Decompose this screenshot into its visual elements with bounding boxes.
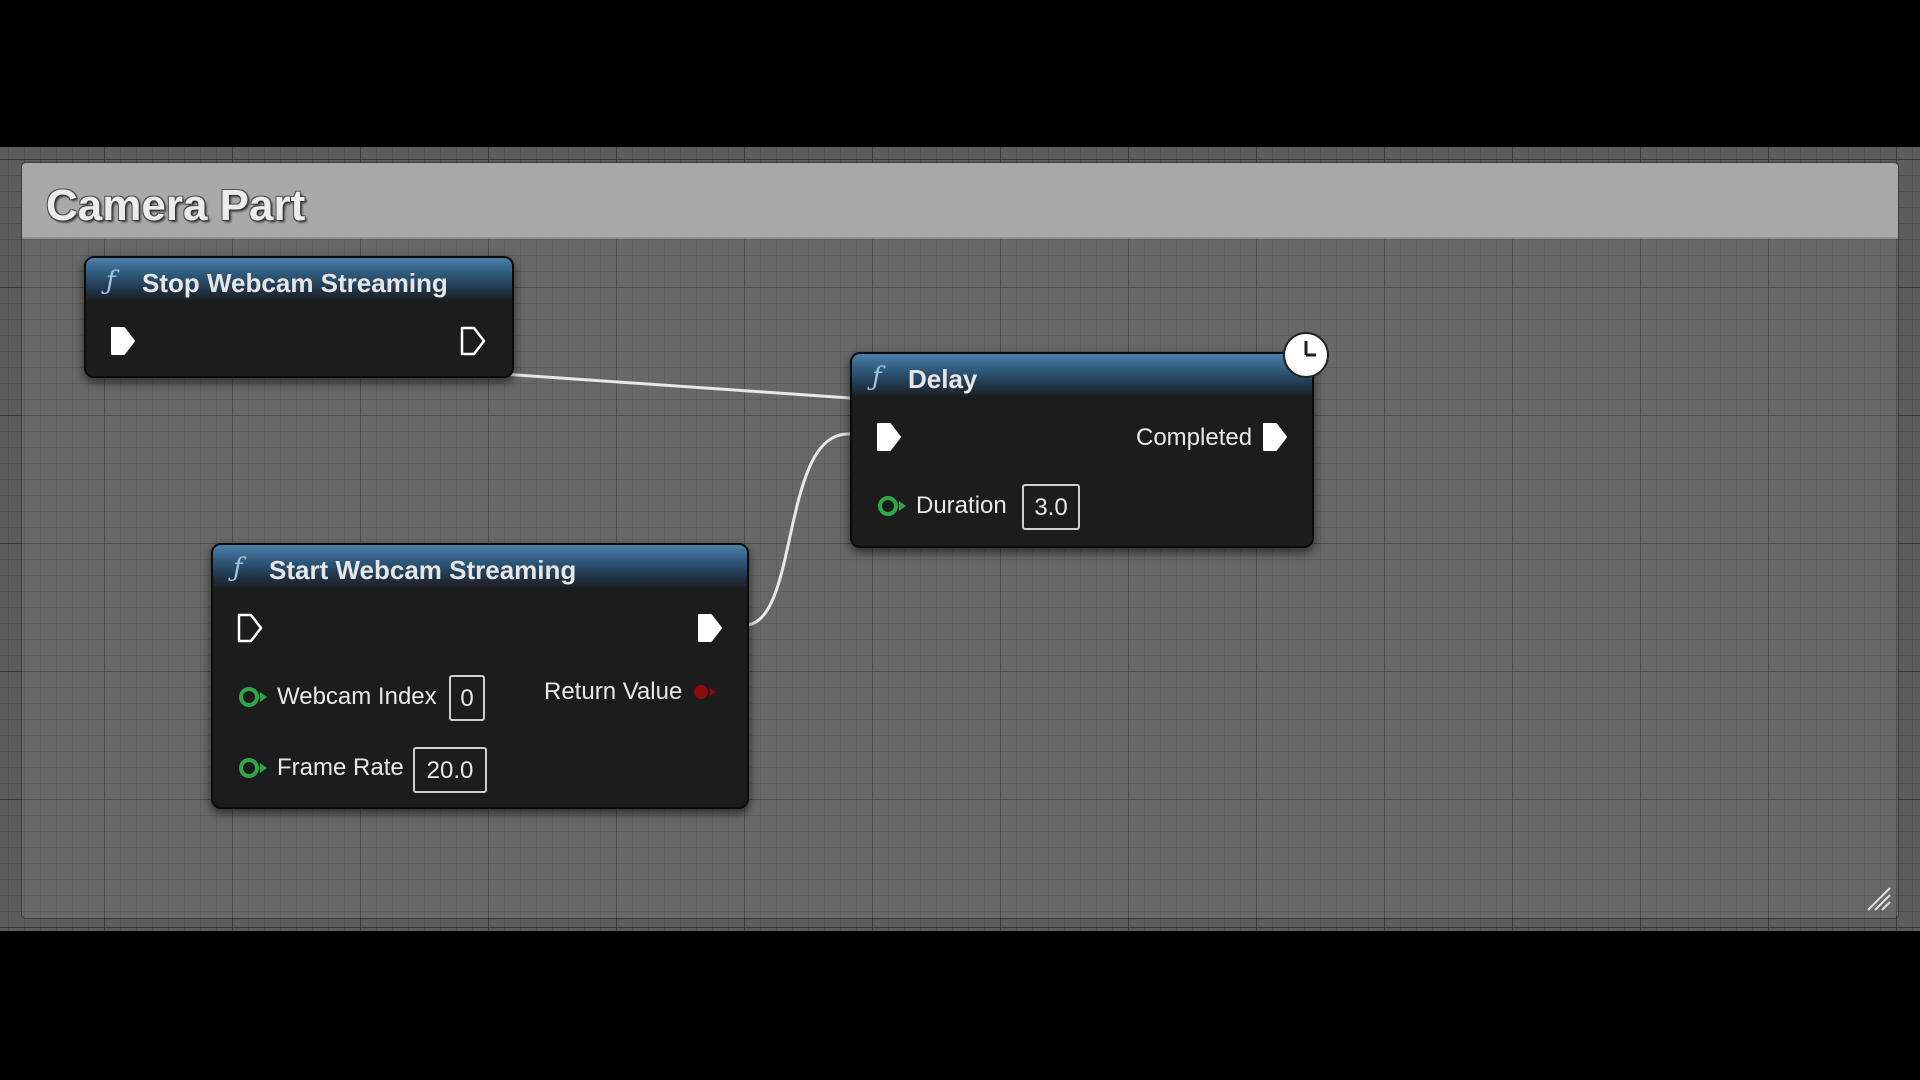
return-value-label: Return Value [544,678,683,705]
frame-rate-label: Frame Rate [277,754,404,781]
start-webcam-streaming-node[interactable]: ƒ Start Webcam Streaming Webcam Index 0 … [211,543,749,809]
bool-output-pin-icon[interactable] [691,680,717,704]
node-header[interactable]: ƒ Stop Webcam Streaming [86,258,512,302]
exec-input-pin-icon[interactable] [876,422,902,452]
function-icon: ƒ [872,362,882,392]
completed-label: Completed [1136,424,1253,451]
exec-wire-delay-to-start[interactable] [744,432,851,627]
exec-output-pin-icon[interactable] [460,326,486,356]
exec-input-pin-icon[interactable] [237,613,263,643]
delay-node[interactable]: ƒ Delay Completed Duration 3.0 [850,332,1329,548]
duration-label: Duration [916,492,1007,519]
float-input-pin-icon[interactable] [876,494,908,518]
webcam-index-label: Webcam Index [277,683,437,710]
float-input-pin-icon[interactable] [237,756,269,780]
webcam-index-input[interactable]: 0 [449,675,485,721]
node-title: Delay [908,364,978,394]
exec-output-pin-icon[interactable] [697,613,723,643]
node-title: Start Webcam Streaming [269,555,577,585]
frame-rate-input[interactable]: 20.0 [413,747,487,793]
node-header[interactable]: ƒ Delay [852,354,1312,398]
exec-input-pin-icon[interactable] [110,326,136,356]
int-input-pin-icon[interactable] [237,685,269,709]
duration-input[interactable]: 3.0 [1022,484,1080,530]
node-title: Stop Webcam Streaming [142,268,448,298]
exec-wire-stop-to-delay[interactable] [501,372,851,400]
clock-icon [1283,332,1329,378]
exec-output-pin-icon[interactable] [1262,422,1288,452]
function-icon: ƒ [106,266,116,296]
stop-webcam-streaming-node[interactable]: ƒ Stop Webcam Streaming [84,256,514,378]
function-icon: ƒ [233,553,243,583]
node-header[interactable]: ƒ Start Webcam Streaming [213,545,747,589]
